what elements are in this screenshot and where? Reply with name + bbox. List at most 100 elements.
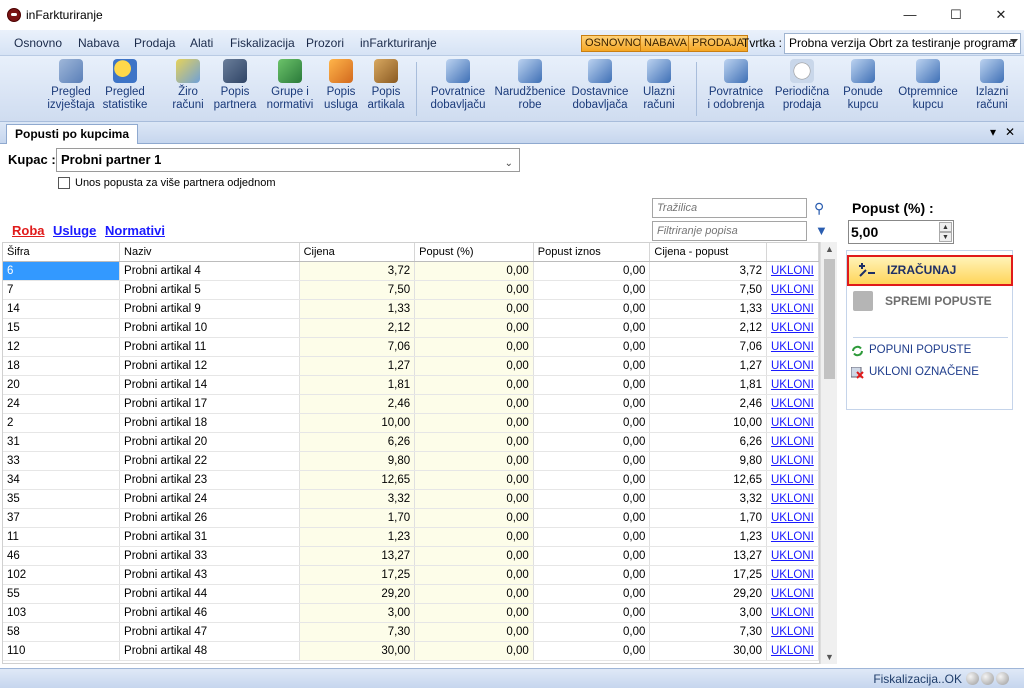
table-row[interactable]: 15 Probni artikal 10 2,12 0,00 0,00 2,12 UKLON… (3, 318, 819, 338)
ukloni-oznacene-button[interactable]: UKLONI OZNAČENE (851, 366, 979, 379)
filter-icon[interactable]: ▼ (815, 223, 828, 238)
table-row[interactable]: 31 Probni artikal 20 6,26 0,00 0,00 6,26 UKLON… (3, 432, 819, 452)
link-normativi[interactable]: Normativi (105, 223, 165, 238)
ukloni-link[interactable]: UKLONI (766, 261, 819, 281)
cell-popust[interactable]: 0,00 (414, 603, 534, 623)
table-row[interactable]: 18 Probni artikal 12 1,27 0,00 0,00 1,27 UKLON… (3, 356, 819, 376)
ukloni-link[interactable]: UKLONI (766, 546, 819, 566)
cell-popust[interactable]: 0,00 (414, 641, 534, 661)
quick-tab-osnovno[interactable]: OSNOVNO (581, 35, 646, 52)
ukloni-link[interactable]: UKLONI (766, 375, 819, 395)
cell-popust[interactable]: 0,00 (414, 375, 534, 395)
column-header-cijena-popust[interactable]: Cijena - popust (649, 243, 767, 262)
column-header-sifra[interactable]: Šifra (3, 243, 121, 262)
link-roba[interactable]: Roba (12, 223, 45, 238)
cell-popust[interactable]: 0,00 (414, 337, 534, 357)
pregled-statistike-button[interactable]: Pregled statistike (100, 59, 150, 121)
table-row[interactable]: 12 Probni artikal 11 7,06 0,00 0,00 7,06 UKLON… (3, 337, 819, 357)
cell-popust[interactable]: 0,00 (414, 299, 534, 319)
cell-popust[interactable]: 0,00 (414, 356, 534, 376)
spremi-popuste-button[interactable]: SPREMI POPUSTE (853, 287, 1011, 315)
popis-usluga-button[interactable]: Popis usluga (322, 59, 360, 121)
stepper-up-icon[interactable]: ▲ (939, 222, 952, 232)
table-row[interactable]: 58 Probni artikal 47 7,30 0,00 0,00 7,30 UKLON… (3, 622, 819, 642)
cell-popust[interactable]: 0,00 (414, 622, 534, 642)
table-row[interactable]: 14 Probni artikal 9 1,33 0,00 0,00 1,33 UKLONI (3, 299, 819, 319)
ukloni-link[interactable]: UKLONI (766, 508, 819, 528)
povratnice-odobrenja-button[interactable]: Povratnice i odobrenja (704, 59, 768, 121)
table-row[interactable]: 2 Probni artikal 18 10,00 0,00 0,00 10,00 UKLO… (3, 413, 819, 433)
cell-popust[interactable]: 0,00 (414, 508, 534, 528)
table-row[interactable]: 110 Probni artikal 48 30,00 0,00 0,00 30,00 UK… (3, 641, 819, 661)
table-row[interactable]: 37 Probni artikal 26 1,70 0,00 0,00 1,70 UKLON… (3, 508, 819, 528)
scroll-up-icon[interactable]: ▲ (825, 244, 834, 254)
ziro-racuni-button[interactable]: Žiro računi (170, 59, 206, 121)
ukloni-link[interactable]: UKLONI (766, 280, 819, 300)
cell-popust[interactable]: 0,00 (414, 546, 534, 566)
ukloni-link[interactable]: UKLONI (766, 584, 819, 604)
ukloni-link[interactable]: UKLONI (766, 337, 819, 357)
table-row[interactable]: 55 Probni artikal 44 29,20 0,00 0,00 29,20 UKL… (3, 584, 819, 604)
pregled-izvjestaja-button[interactable]: Pregled izvještaja (46, 59, 96, 121)
cell-popust[interactable]: 0,00 (414, 489, 534, 509)
ulazni-racuni-button[interactable]: Ulazni računi (638, 59, 680, 121)
ukloni-link[interactable]: UKLONI (766, 489, 819, 509)
popis-partnera-button[interactable]: Popis partnera (212, 59, 258, 121)
table-row[interactable]: 46 Probni artikal 33 13,27 0,00 0,00 13,27 UKL… (3, 546, 819, 566)
table-row[interactable]: 102 Probni artikal 43 17,25 0,00 0,00 17,25 UK… (3, 565, 819, 585)
ukloni-link[interactable]: UKLONI (766, 603, 819, 623)
izlazni-racuni-button[interactable]: Izlazni računi (970, 59, 1014, 121)
column-header-popust-iznos[interactable]: Popust iznos (533, 243, 651, 262)
tab-list-icon[interactable]: ▾ (990, 125, 996, 139)
grupe-normativi-button[interactable]: Grupe i normativi (264, 59, 316, 121)
column-header-popust[interactable]: Popust (%) (414, 243, 534, 262)
search-icon[interactable]: ⚲ (814, 200, 824, 217)
scroll-thumb[interactable] (824, 259, 835, 379)
dostavnice-dobavljaca-button[interactable]: Dostavnice dobavljača (570, 59, 630, 121)
table-row[interactable]: 20 Probni artikal 14 1,81 0,00 0,00 1,81 UKLON… (3, 375, 819, 395)
ukloni-link[interactable]: UKLONI (766, 432, 819, 452)
ukloni-link[interactable]: UKLONI (766, 394, 819, 414)
menu-prozori[interactable]: Prozori (306, 36, 344, 50)
cell-popust[interactable]: 0,00 (414, 527, 534, 547)
cell-popust[interactable]: 0,00 (414, 565, 534, 585)
popust-stepper[interactable]: 5,00 ▲ ▼ (848, 220, 954, 244)
filter-input[interactable] (652, 221, 807, 241)
column-header-cijena[interactable]: Cijena (299, 243, 416, 262)
ukloni-link[interactable]: UKLONI (766, 451, 819, 471)
ukloni-link[interactable]: UKLONI (766, 641, 819, 661)
link-usluge[interactable]: Usluge (53, 223, 96, 238)
ukloni-link[interactable]: UKLONI (766, 356, 819, 376)
otpremnice-kupcu-button[interactable]: Otpremnice kupcu (896, 59, 960, 121)
cell-popust[interactable]: 0,00 (414, 261, 534, 281)
minimize-button[interactable]: — (887, 0, 933, 30)
tab-popusti-po-kupcima[interactable]: Popusti po kupcima (6, 124, 139, 144)
menu-alati[interactable]: Alati (190, 36, 213, 50)
tvrtka-select[interactable]: Probna verzija Obrt za testiranje progra… (784, 33, 1021, 54)
table-row[interactable]: 103 Probni artikal 46 3,00 0,00 0,00 3,00 UKLO… (3, 603, 819, 623)
ponude-kupcu-button[interactable]: Ponude kupcu (840, 59, 886, 121)
cell-popust[interactable]: 0,00 (414, 451, 534, 471)
table-row[interactable]: 6 Probni artikal 4 3,72 0,00 0,00 3,72 UKLONI (3, 261, 819, 281)
menu-osnovno[interactable]: Osnovno (14, 36, 62, 50)
close-tab-icon[interactable]: ✕ (1005, 125, 1015, 139)
ukloni-link[interactable]: UKLONI (766, 527, 819, 547)
multi-partner-checkbox[interactable] (58, 177, 70, 189)
close-button[interactable]: ✕ (978, 0, 1024, 30)
cell-popust[interactable]: 0,00 (414, 470, 534, 490)
search-input[interactable] (652, 198, 807, 218)
popuni-popuste-button[interactable]: POPUNI POPUSTE (852, 344, 971, 357)
table-row[interactable]: 33 Probni artikal 22 9,80 0,00 0,00 9,80 UKLON… (3, 451, 819, 471)
menu-nabava[interactable]: Nabava (78, 36, 119, 50)
cell-popust[interactable]: 0,00 (414, 432, 534, 452)
quick-tab-prodaja[interactable]: PRODAJA (688, 35, 748, 52)
kupac-select[interactable]: Probni partner 1 ⌄ (56, 148, 520, 172)
cell-popust[interactable]: 0,00 (414, 413, 534, 433)
cell-popust[interactable]: 0,00 (414, 394, 534, 414)
cell-popust[interactable]: 0,00 (414, 584, 534, 604)
ukloni-link[interactable]: UKLONI (766, 470, 819, 490)
ukloni-link[interactable]: UKLONI (766, 318, 819, 338)
maximize-button[interactable]: ☐ (933, 0, 979, 30)
ukloni-link[interactable]: UKLONI (766, 299, 819, 319)
table-row[interactable]: 7 Probni artikal 5 7,50 0,00 0,00 7,50 UKLONI (3, 280, 819, 300)
